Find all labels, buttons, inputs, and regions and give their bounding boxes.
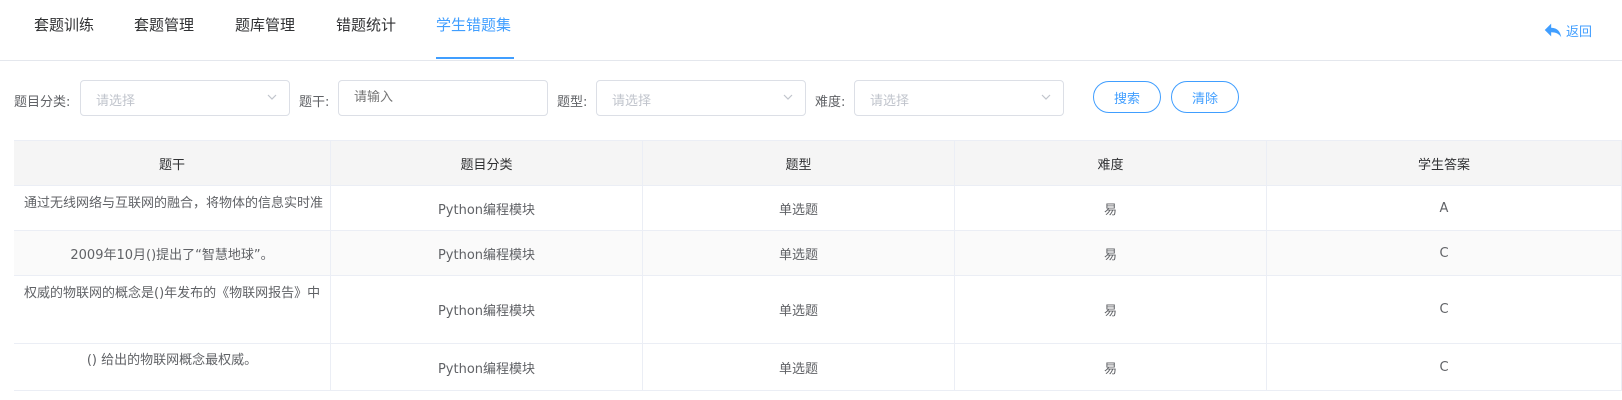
- clear-button[interactable]: 清除: [1171, 81, 1239, 113]
- cell-difficulty: 易: [955, 344, 1267, 390]
- difficulty-select[interactable]: 请选择: [854, 80, 1064, 116]
- chevron-down-icon: [783, 94, 793, 100]
- cell-type: 单选题: [643, 186, 955, 230]
- cell-student-answer: C: [1267, 276, 1622, 343]
- column-header-category[interactable]: 题目分类: [331, 141, 643, 185]
- column-header-stem[interactable]: 题干: [14, 141, 331, 185]
- table-row[interactable]: 通过无线网络与互联网的融合，将物体的信息实时准 Python编程模块 单选题 易…: [14, 186, 1622, 231]
- stem-filter-label: 题干:: [299, 95, 330, 110]
- table-row[interactable]: () 给出的物联网概念最权威。 Python编程模块 单选题 易 C: [14, 344, 1622, 391]
- cell-difficulty: 易: [955, 276, 1267, 343]
- cell-category: Python编程模块: [331, 186, 643, 230]
- type-select-placeholder: 请选择: [612, 94, 652, 109]
- search-button[interactable]: 搜索: [1093, 81, 1161, 113]
- cell-category: Python编程模块: [331, 276, 643, 343]
- chevron-down-icon: [267, 94, 277, 100]
- cell-student-answer: C: [1267, 344, 1622, 390]
- reply-arrow-icon: [1544, 23, 1562, 38]
- difficulty-select-placeholder: 请选择: [870, 94, 910, 109]
- cell-type: 单选题: [643, 231, 955, 275]
- tab-bar: 套题训练 套题管理 题库管理 错题统计 学生错题集 返回: [0, 0, 1622, 61]
- active-tab-indicator: [436, 57, 514, 59]
- tab-error-statistics[interactable]: 错题统计: [336, 14, 396, 35]
- category-select[interactable]: 请选择: [80, 80, 290, 116]
- cell-stem: () 给出的物联网概念最权威。: [14, 344, 331, 390]
- cell-stem: 2009年10月()提出了“智慧地球”。: [14, 231, 331, 275]
- type-select[interactable]: 请选择: [596, 80, 806, 116]
- cell-stem: 权威的物联网的概念是()年发布的《物联网报告》中: [14, 276, 331, 343]
- column-header-student-answer[interactable]: 学生答案: [1267, 141, 1622, 185]
- stem-input[interactable]: [338, 80, 548, 116]
- tab-set-management[interactable]: 套题管理: [134, 14, 194, 35]
- cell-student-answer: C: [1267, 231, 1622, 275]
- column-header-difficulty[interactable]: 难度: [955, 141, 1267, 185]
- chevron-down-icon: [1041, 94, 1051, 100]
- cell-category: Python编程模块: [331, 344, 643, 390]
- difficulty-filter-label: 难度:: [815, 95, 846, 110]
- cell-type: 单选题: [643, 344, 955, 390]
- cell-stem: 通过无线网络与互联网的融合，将物体的信息实时准: [14, 186, 331, 230]
- cell-category: Python编程模块: [331, 231, 643, 275]
- table-header-row: 题干 题目分类 题型 难度 学生答案: [14, 141, 1622, 186]
- column-header-type[interactable]: 题型: [643, 141, 955, 185]
- category-select-placeholder: 请选择: [96, 94, 136, 109]
- tab-student-error-set[interactable]: 学生错题集: [436, 14, 511, 35]
- type-filter-label: 题型:: [557, 95, 588, 110]
- cell-type: 单选题: [643, 276, 955, 343]
- cell-difficulty: 易: [955, 186, 1267, 230]
- back-label: 返回: [1565, 24, 1592, 40]
- back-button[interactable]: 返回: [1542, 19, 1592, 41]
- table-row[interactable]: 权威的物联网的概念是()年发布的《物联网报告》中 Python编程模块 单选题 …: [14, 276, 1622, 344]
- category-filter-label: 题目分类:: [14, 95, 71, 110]
- stem-input-field[interactable]: [354, 90, 524, 105]
- error-question-table: 题干 题目分类 题型 难度 学生答案 通过无线网络与互联网的融合，将物体的信息实…: [14, 140, 1622, 391]
- table-row[interactable]: 2009年10月()提出了“智慧地球”。 Python编程模块 单选题 易 C: [14, 231, 1622, 276]
- tab-question-bank[interactable]: 题库管理: [235, 14, 295, 35]
- cell-student-answer: A: [1267, 186, 1622, 230]
- tab-set-training[interactable]: 套题训练: [34, 14, 94, 35]
- cell-difficulty: 易: [955, 231, 1267, 275]
